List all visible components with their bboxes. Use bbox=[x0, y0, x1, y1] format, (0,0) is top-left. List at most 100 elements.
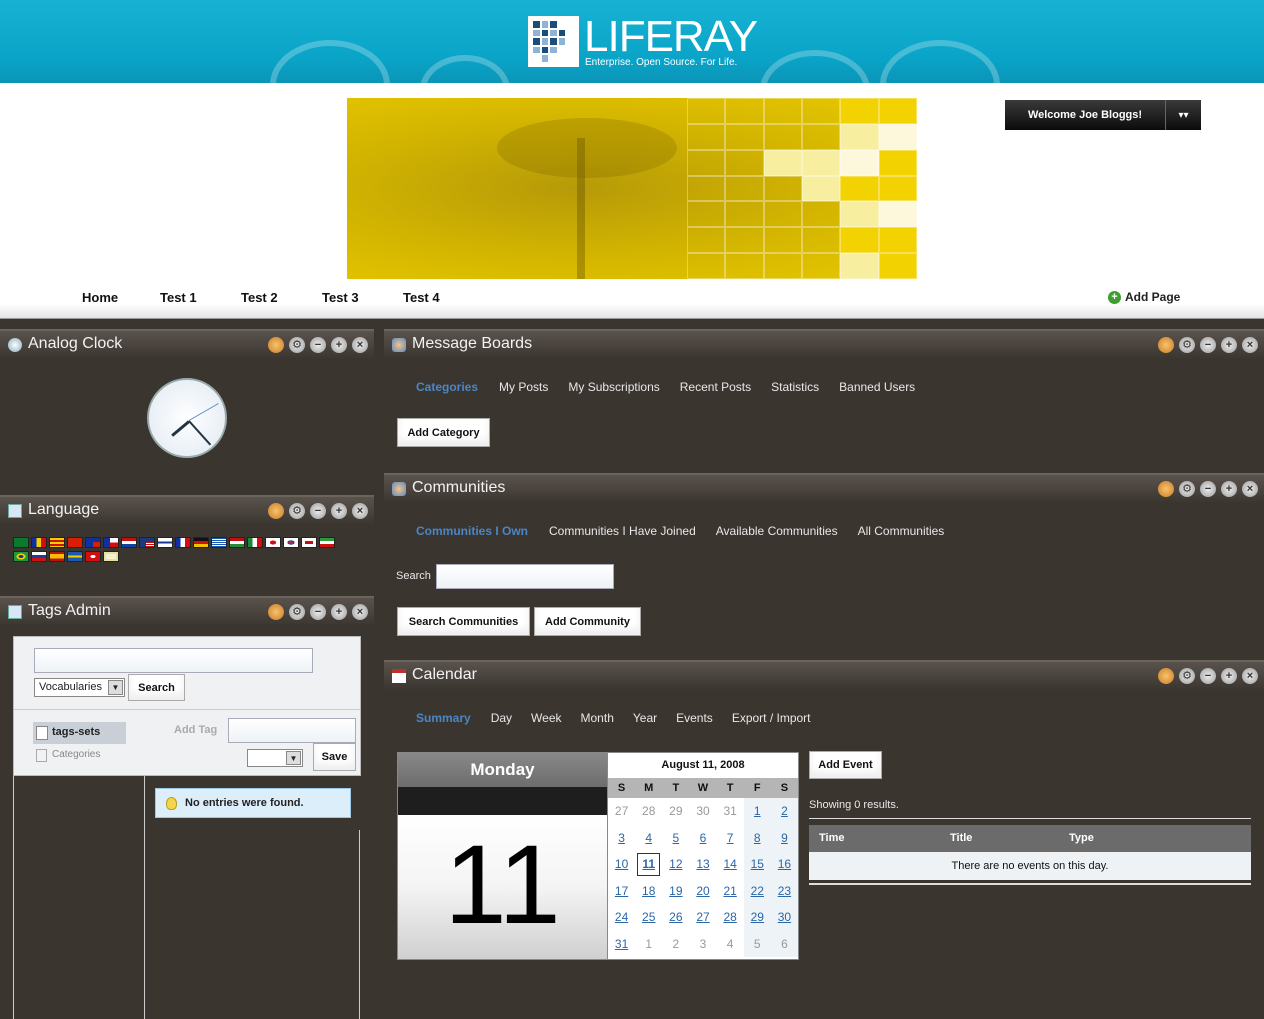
chevron-down-icon[interactable]: ▾▾ bbox=[1165, 100, 1201, 130]
palette-icon[interactable] bbox=[1158, 337, 1174, 353]
minimize-icon[interactable]: − bbox=[310, 337, 326, 353]
flag-icon[interactable] bbox=[67, 537, 83, 548]
vocabularies-select[interactable]: Vocabularies ▼ bbox=[34, 678, 125, 697]
calendar-day[interactable]: 18 bbox=[635, 878, 662, 905]
flag-icon[interactable] bbox=[103, 551, 119, 562]
tab-statistics[interactable]: Statistics bbox=[771, 380, 819, 394]
tags-search-button[interactable]: Search bbox=[128, 674, 185, 701]
flag-icon[interactable] bbox=[85, 551, 101, 562]
tab-my-subscriptions[interactable]: My Subscriptions bbox=[568, 380, 659, 394]
nav-item-test-4[interactable]: Test 4 bbox=[403, 290, 440, 305]
flag-icon[interactable] bbox=[283, 537, 299, 548]
add-event-button[interactable]: Add Event bbox=[809, 751, 882, 779]
gear-icon[interactable]: ⚙ bbox=[1179, 481, 1195, 497]
tab-categories[interactable]: Categories bbox=[416, 380, 478, 394]
close-icon[interactable]: × bbox=[1242, 668, 1258, 684]
add-page-button[interactable]: + Add Page bbox=[1108, 290, 1180, 304]
vocabulary-item-tags-sets[interactable]: tags-sets bbox=[33, 722, 126, 744]
column-header-type[interactable]: Type bbox=[1069, 832, 1094, 844]
maximize-icon[interactable]: + bbox=[331, 604, 347, 620]
add-community-button[interactable]: Add Community bbox=[534, 607, 641, 636]
flag-icon[interactable] bbox=[31, 551, 47, 562]
calendar-day[interactable]: 30 bbox=[770, 904, 798, 931]
calendar-day[interactable]: 10 bbox=[608, 851, 635, 878]
calendar-day[interactable]: 16 bbox=[770, 851, 798, 878]
calendar-day[interactable]: 22 bbox=[743, 877, 771, 904]
minimize-icon[interactable]: − bbox=[1200, 481, 1216, 497]
column-header-title[interactable]: Title bbox=[950, 832, 972, 844]
calendar-day[interactable]: 15 bbox=[743, 851, 771, 878]
calendar-day[interactable]: 23 bbox=[770, 877, 798, 904]
close-icon[interactable]: × bbox=[352, 337, 368, 353]
calendar-day[interactable]: 12 bbox=[662, 851, 689, 878]
flag-icon[interactable] bbox=[229, 537, 245, 548]
flag-icon[interactable] bbox=[85, 537, 101, 548]
calendar-day[interactable]: 20 bbox=[689, 878, 716, 905]
calendar-day[interactable]: 4 bbox=[635, 825, 662, 852]
tab-year[interactable]: Year bbox=[633, 711, 657, 725]
add-tag-input[interactable] bbox=[228, 718, 356, 743]
minimize-icon[interactable]: − bbox=[1200, 668, 1216, 684]
calendar-day[interactable]: 19 bbox=[662, 878, 689, 905]
close-icon[interactable]: × bbox=[352, 503, 368, 519]
add-category-button[interactable]: Add Category bbox=[397, 418, 490, 447]
calendar-day[interactable]: 7 bbox=[717, 825, 744, 852]
calendar-day[interactable]: 13 bbox=[689, 851, 716, 878]
flag-icon[interactable] bbox=[121, 537, 137, 548]
nav-item-home[interactable]: Home bbox=[82, 290, 118, 305]
gear-icon[interactable]: ⚙ bbox=[289, 337, 305, 353]
calendar-day[interactable]: 29 bbox=[743, 904, 771, 931]
tab-communities-joined[interactable]: Communities I Have Joined bbox=[549, 524, 696, 538]
tab-day[interactable]: Day bbox=[491, 711, 512, 725]
calendar-day[interactable]: 3 bbox=[608, 825, 635, 852]
calendar-day[interactable]: 24 bbox=[608, 904, 635, 931]
maximize-icon[interactable]: + bbox=[1221, 668, 1237, 684]
flag-icon[interactable] bbox=[67, 551, 83, 562]
save-button[interactable]: Save bbox=[313, 743, 356, 771]
tab-month[interactable]: Month bbox=[581, 711, 614, 725]
calendar-day[interactable]: 28 bbox=[717, 904, 744, 931]
flag-icon[interactable] bbox=[31, 537, 47, 548]
calendar-day[interactable]: 5 bbox=[662, 825, 689, 852]
calendar-day[interactable]: 6 bbox=[689, 825, 716, 852]
calendar-day[interactable]: 9 bbox=[770, 824, 798, 851]
column-header-time[interactable]: Time bbox=[819, 832, 844, 844]
flag-icon[interactable] bbox=[139, 537, 155, 548]
calendar-day[interactable]: 31 bbox=[608, 931, 635, 958]
liferay-logo[interactable]: LIFERAY Enterprise. Open Source. For Lif… bbox=[528, 12, 758, 70]
calendar-day[interactable]: 26 bbox=[662, 904, 689, 931]
tab-my-posts[interactable]: My Posts bbox=[499, 380, 548, 394]
palette-icon[interactable] bbox=[1158, 668, 1174, 684]
vocabulary-item-categories[interactable]: Categories bbox=[36, 749, 100, 762]
maximize-icon[interactable]: + bbox=[1221, 337, 1237, 353]
flag-icon[interactable] bbox=[319, 537, 335, 548]
calendar-day[interactable]: 25 bbox=[635, 904, 662, 931]
calendar-day[interactable]: 27 bbox=[689, 904, 716, 931]
palette-icon[interactable] bbox=[268, 337, 284, 353]
tab-all-communities[interactable]: All Communities bbox=[858, 524, 945, 538]
palette-icon[interactable] bbox=[268, 503, 284, 519]
flag-icon[interactable] bbox=[49, 537, 65, 548]
flag-icon[interactable] bbox=[103, 537, 119, 548]
calendar-day[interactable]: 14 bbox=[717, 851, 744, 878]
flag-icon[interactable] bbox=[301, 537, 317, 548]
flag-icon[interactable] bbox=[247, 537, 263, 548]
flag-icon[interactable] bbox=[265, 537, 281, 548]
minimize-icon[interactable]: − bbox=[1200, 337, 1216, 353]
palette-icon[interactable] bbox=[268, 604, 284, 620]
maximize-icon[interactable]: + bbox=[331, 337, 347, 353]
calendar-day[interactable]: 8 bbox=[743, 824, 771, 851]
maximize-icon[interactable]: + bbox=[1221, 481, 1237, 497]
tab-week[interactable]: Week bbox=[531, 711, 561, 725]
tab-export-import[interactable]: Export / Import bbox=[732, 711, 811, 725]
calendar-day[interactable]: 2 bbox=[770, 798, 798, 825]
close-icon[interactable]: × bbox=[352, 604, 368, 620]
calendar-day[interactable]: 21 bbox=[717, 878, 744, 905]
flag-icon[interactable] bbox=[49, 551, 65, 562]
close-icon[interactable]: × bbox=[1242, 337, 1258, 353]
tags-search-input[interactable] bbox=[34, 648, 313, 673]
flag-icon[interactable] bbox=[211, 537, 227, 548]
tab-recent-posts[interactable]: Recent Posts bbox=[680, 380, 751, 394]
nav-item-test-2[interactable]: Test 2 bbox=[241, 290, 278, 305]
calendar-day[interactable]: 1 bbox=[743, 798, 771, 825]
